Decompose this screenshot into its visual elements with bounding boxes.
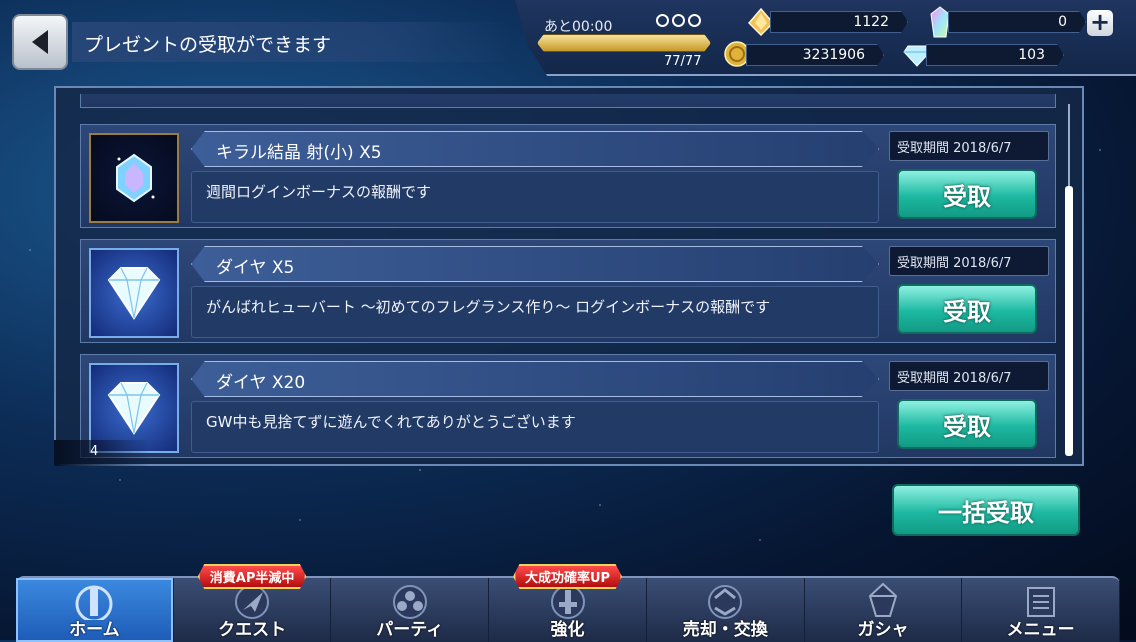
ap-timer: あと00:00: [544, 19, 613, 35]
nav-item-menu[interactable]: メニュー: [962, 578, 1121, 642]
bulk-claim-button[interactable]: 一括受取: [892, 484, 1080, 536]
nav-label: メニュー: [1006, 620, 1075, 640]
item-expiry: 受取期間 2018/6/7: [889, 361, 1049, 391]
ap-dot: [656, 14, 669, 27]
nav-label: 強化: [550, 620, 585, 640]
paid-crystal-icon: [930, 6, 950, 38]
diamond-value: 103: [1018, 47, 1045, 63]
item-expiry-text: 受取期間 2018/6/7: [897, 141, 1012, 156]
back-button[interactable]: [12, 14, 68, 70]
item-name-bar: ダイヤ X20: [191, 361, 879, 397]
item-expiry: 受取期間 2018/6/7: [889, 131, 1049, 161]
item-name-bar: キラル結晶 射(小) X5: [191, 131, 879, 167]
item-description: がんばれヒューバート ～初めてのフレグランス作り～ ログインボーナスの報酬です: [206, 298, 771, 316]
nav-item-quest[interactable]: 消費AP半減中 クエスト: [174, 564, 332, 642]
add-crystal-button[interactable]: +: [1087, 10, 1113, 36]
item-description-box: GW中も見捨てずに遊んでくれてありがとうございます: [191, 401, 879, 453]
page-title-bar: プレゼントの受取ができます: [72, 22, 512, 62]
paid-crystal-counter: 0: [948, 11, 1086, 33]
bottom-navigation: ホーム 消費AP半減中 クエスト パーティ 大成功確率UP 強化 売却・交換 ガ…: [16, 564, 1121, 642]
kiral-orb-counter: 1122: [770, 11, 908, 33]
ap-count: 77/77: [664, 54, 702, 69]
diamond-counter: 103: [926, 44, 1064, 66]
diamond-icon: [89, 248, 179, 338]
ap-half-badge: 消費AP半減中: [197, 564, 307, 589]
item-name: キラル結晶 射(小) X5: [216, 143, 382, 163]
list-item: キラル結晶 射(小) X5 週間ログインボーナスの報酬です 受取期間 2018/…: [80, 124, 1056, 228]
nav-label: パーティ: [376, 620, 444, 640]
nav-item-enhance[interactable]: 大成功確率UP 強化: [489, 564, 647, 642]
item-name-bar: ダイヤ X5: [191, 246, 879, 282]
list-item: [80, 94, 1056, 108]
kiral-orb-value: 1122: [853, 14, 889, 30]
ap-gauge: [537, 34, 711, 52]
nav-item-exchange[interactable]: 売却・交換: [647, 578, 805, 642]
page-count-tab: 4: [54, 440, 150, 466]
scrollbar-thumb[interactable]: [1065, 186, 1073, 456]
list-scrollbar[interactable]: [1062, 104, 1076, 456]
ap-indicator-dots: [656, 14, 701, 27]
item-name: ダイヤ X20: [216, 373, 306, 393]
list-item: ダイヤ X5 がんばれヒューバート ～初めてのフレグランス作り～ ログインボーナ…: [80, 239, 1056, 343]
item-description: GW中も見捨てずに遊んでくれてありがとうございます: [206, 413, 576, 431]
great-success-badge: 大成功確率UP: [512, 564, 623, 589]
claim-button[interactable]: 受取: [897, 399, 1037, 449]
list-item: ダイヤ X20 GW中も見捨てずに遊んでくれてありがとうございます 受取期間 2…: [80, 354, 1056, 458]
nav-item-gacha[interactable]: ガシャ: [805, 578, 963, 642]
gold-counter: 3231906: [746, 44, 884, 66]
item-name: ダイヤ X5: [216, 258, 295, 278]
item-expiry: 受取期間 2018/6/7: [889, 246, 1049, 276]
paid-crystal-value: 0: [1058, 14, 1067, 30]
page-count: 4: [90, 444, 99, 459]
claim-button[interactable]: 受取: [897, 284, 1037, 334]
item-expiry-text: 受取期間 2018/6/7: [897, 371, 1012, 386]
nav-label: 売却・交換: [682, 620, 768, 640]
nav-label: ガシャ: [857, 620, 909, 640]
ap-dot: [672, 14, 685, 27]
kiral-crystal-icon: [89, 133, 179, 223]
ap-dot: [688, 14, 701, 27]
nav-item-home[interactable]: ホーム: [16, 578, 174, 642]
chevron-left-icon: [32, 30, 48, 54]
claim-button[interactable]: 受取: [897, 169, 1037, 219]
item-description-box: 週間ログインボーナスの報酬です: [191, 171, 879, 223]
page-title: プレゼントの受取ができます: [84, 34, 332, 56]
item-description: 週間ログインボーナスの報酬です: [206, 183, 432, 201]
nav-label: クエスト: [218, 620, 287, 640]
nav-item-party[interactable]: パーティ: [331, 578, 490, 642]
present-list[interactable]: キラル結晶 射(小) X5 週間ログインボーナスの報酬です 受取期間 2018/…: [80, 94, 1060, 458]
item-description-box: がんばれヒューバート ～初めてのフレグランス作り～ ログインボーナスの報酬です: [191, 286, 879, 338]
item-expiry-text: 受取期間 2018/6/7: [897, 256, 1012, 271]
gold-value: 3231906: [802, 47, 865, 63]
present-list-panel[interactable]: キラル結晶 射(小) X5 週間ログインボーナスの報酬です 受取期間 2018/…: [54, 86, 1084, 466]
nav-label: ホーム: [69, 620, 120, 640]
